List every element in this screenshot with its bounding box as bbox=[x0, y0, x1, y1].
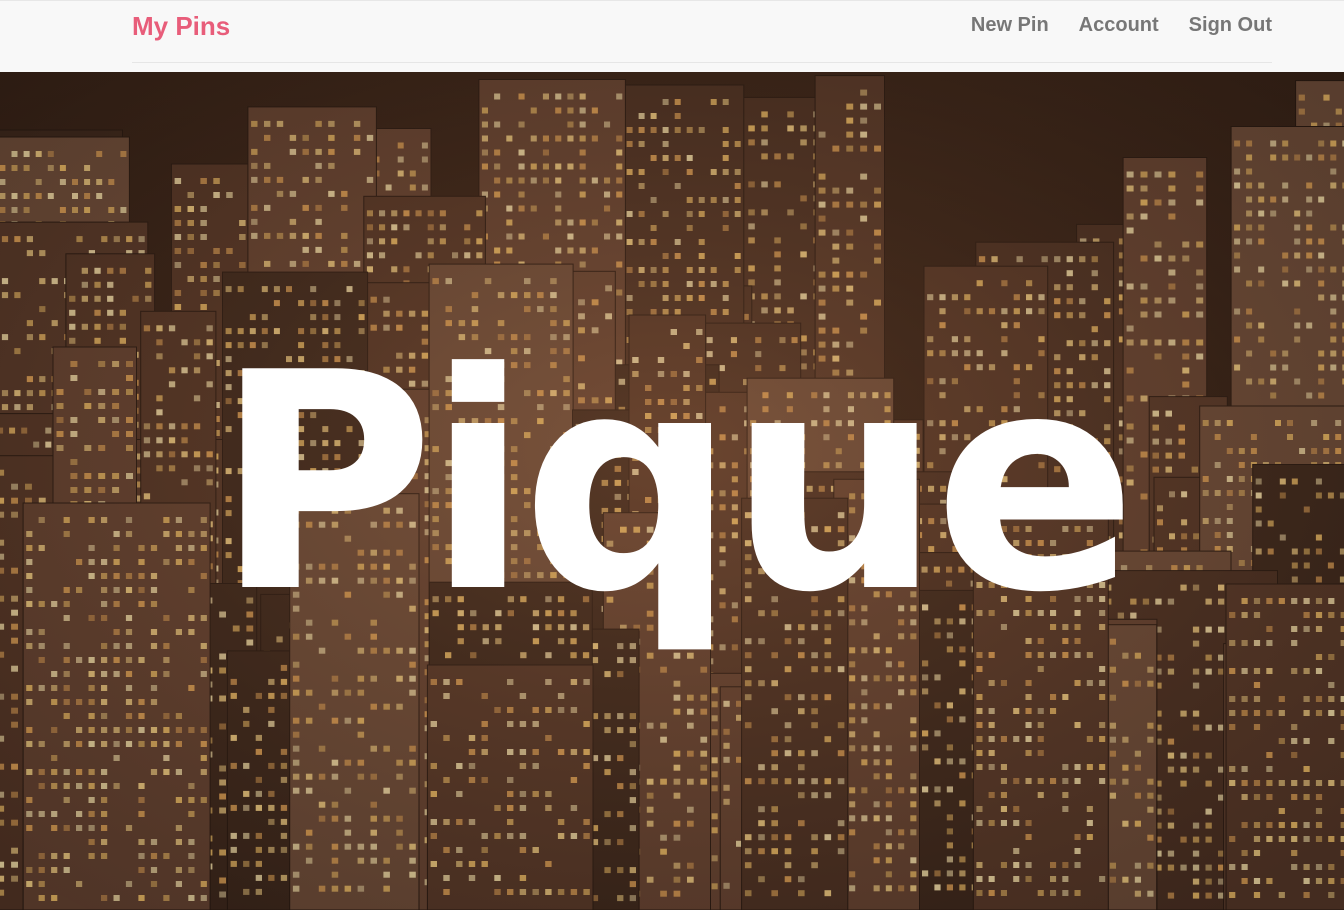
hero-banner: Pique bbox=[0, 72, 1344, 910]
brand-link[interactable]: My Pins bbox=[132, 11, 230, 42]
sign-out-link[interactable]: Sign Out bbox=[1189, 14, 1272, 37]
new-pin-link[interactable]: New Pin bbox=[971, 14, 1049, 37]
navbar: My Pins New Pin Account Sign Out bbox=[0, 0, 1344, 72]
city-skyline-image bbox=[0, 72, 1344, 910]
nav-links: New Pin Account Sign Out bbox=[941, 14, 1272, 37]
account-link[interactable]: Account bbox=[1079, 14, 1159, 37]
navbar-container: My Pins New Pin Account Sign Out bbox=[132, 1, 1272, 63]
